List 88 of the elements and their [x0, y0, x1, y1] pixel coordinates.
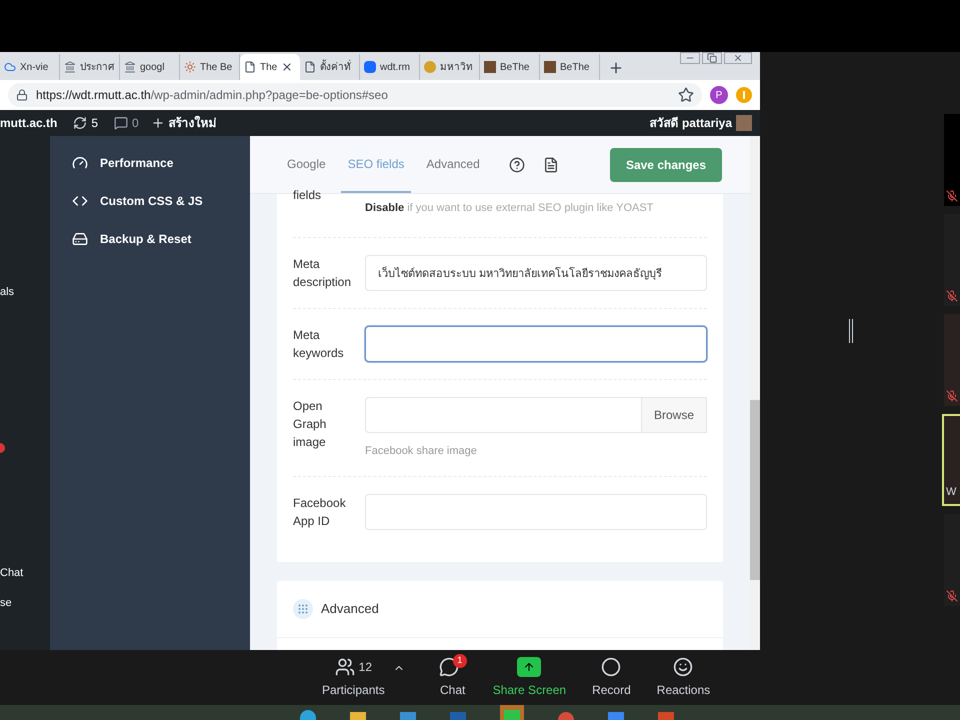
- field-label: Open Graph image: [293, 398, 328, 450]
- tab-title: wdt.rm: [380, 60, 410, 74]
- sun-icon: [184, 61, 196, 73]
- chat-badge: 1: [452, 654, 467, 668]
- record-button[interactable]: Record: [592, 656, 631, 698]
- tab-title: BeThe: [560, 60, 590, 74]
- reactions-label: Reactions: [656, 682, 710, 698]
- field-hint: Facebook share image: [365, 444, 478, 458]
- profile-avatar[interactable]: P: [710, 86, 728, 104]
- comments-icon[interactable]: [114, 116, 128, 130]
- field-label: fields: [293, 190, 322, 200]
- participants-label: Participants: [322, 682, 385, 698]
- grid-icon: [293, 599, 313, 619]
- section-title: Advanced: [321, 600, 379, 618]
- record-label: Record: [592, 682, 631, 698]
- tab-title: ตั้งค่าทั่: [320, 60, 351, 74]
- chat-label: Chat: [440, 682, 466, 698]
- field-label: Facebook App ID: [293, 495, 347, 530]
- cloud-icon: [4, 61, 16, 73]
- updates-count: 5: [91, 115, 98, 132]
- sidebar-item[interactable]: Custom CSS & JS: [72, 192, 250, 210]
- plus-icon[interactable]: [150, 116, 165, 130]
- minimize-icon[interactable]: [680, 52, 700, 64]
- gauge-icon: [72, 155, 88, 171]
- star-icon[interactable]: [678, 87, 694, 103]
- page-icon: [244, 61, 256, 73]
- video-tile[interactable]: [944, 314, 960, 406]
- close-icon[interactable]: [281, 61, 294, 73]
- record-icon: [601, 656, 622, 676]
- landmark-icon: [124, 61, 136, 73]
- greeting-link[interactable]: สวัสดี pattariya: [650, 114, 732, 132]
- logo-icon: [364, 61, 376, 73]
- new-tab-icon[interactable]: [608, 60, 624, 76]
- drive-icon: [72, 231, 88, 247]
- share-label: Share Screen: [492, 682, 566, 698]
- page-icon: [304, 61, 316, 73]
- text-field[interactable]: [365, 326, 707, 362]
- settings-tab[interactable]: Advanced: [419, 136, 487, 193]
- help-icon[interactable]: [508, 156, 525, 172]
- video-tile[interactable]: [944, 214, 960, 306]
- video-tile[interactable]: [944, 514, 960, 606]
- address-bar[interactable]: https://wdt.rmutt.ac.th/wp-admin/admin.php?page=be-options#seo: [8, 83, 702, 107]
- text-field[interactable]: เว็บไซต์ทดสอบระบบ มหาวิทยาลัยเทคโนโลยีราชมงคลธัญบุรี: [365, 254, 707, 290]
- tab-title: ประกาศ: [80, 60, 114, 74]
- url-text: https://wdt.rmutt.ac.th/wp-admin/admin.php?page=be-options#seo: [36, 87, 388, 104]
- tab-title: The Be: [200, 60, 232, 74]
- people-icon: [334, 656, 355, 676]
- browser-tab[interactable]: The: [240, 54, 300, 80]
- participant-count: 12: [358, 658, 372, 676]
- tab-title: BeThe: [500, 60, 530, 74]
- tab-title: googl: [140, 60, 164, 74]
- sidebar-item[interactable]: Backup & Reset: [72, 230, 250, 248]
- participant-name: W: [946, 484, 958, 500]
- video-tile[interactable]: [944, 114, 960, 206]
- file-path-field[interactable]: [365, 396, 642, 432]
- participants-button[interactable]: 12 Participants: [322, 656, 385, 698]
- restore-icon[interactable]: [702, 52, 722, 64]
- sidebar-item[interactable]: Performance: [72, 154, 250, 172]
- option-note: Disable if you want to use external SEO plugin like YOAST: [365, 201, 654, 216]
- comments-count: 0: [132, 115, 139, 132]
- landmark-icon: [64, 61, 76, 73]
- share-screen-button[interactable]: Share Screen: [492, 656, 566, 698]
- menu-item[interactable]: se: [0, 595, 50, 612]
- document-icon[interactable]: [542, 156, 559, 172]
- scrollbar[interactable]: [750, 136, 760, 650]
- menu-item[interactable]: Chat: [0, 564, 50, 581]
- resize-handle[interactable]: [849, 319, 853, 343]
- browse-button[interactable]: Browse: [642, 396, 707, 432]
- photo-placeholder: [484, 61, 496, 73]
- warning-icon[interactable]: [736, 87, 752, 103]
- updates-icon[interactable]: [73, 116, 88, 130]
- emblem-icon: [424, 61, 436, 73]
- field-label: Meta description: [293, 256, 352, 290]
- smiley-icon: [673, 656, 694, 676]
- tab-title: Xn-vie: [20, 60, 48, 74]
- tab-title: มหาวิท: [440, 60, 473, 74]
- field-label: Meta keywords: [293, 326, 345, 362]
- reactions-button[interactable]: Reactions: [656, 656, 710, 698]
- menu-item[interactable]: als: [0, 284, 50, 300]
- chat-button[interactable]: 1 Chat: [438, 656, 467, 698]
- lock-icon: [16, 89, 28, 101]
- avatar-placeholder: [736, 115, 752, 131]
- new-link[interactable]: สร้างใหม่: [168, 114, 217, 132]
- video-tile[interactable]: W: [942, 414, 960, 506]
- tab-title: The: [260, 60, 278, 74]
- chat-icon: [438, 656, 459, 676]
- site-name-link[interactable]: mutt.ac.th: [0, 114, 58, 132]
- photo-placeholder: [544, 61, 556, 73]
